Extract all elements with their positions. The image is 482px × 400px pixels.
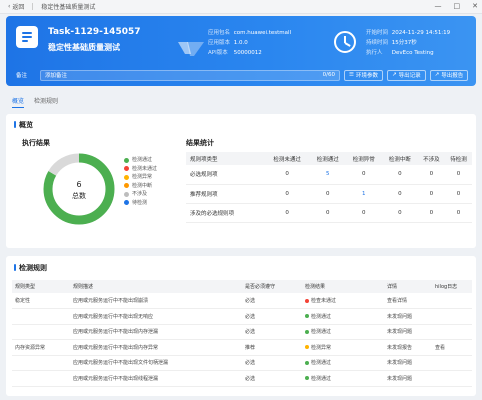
env-params-button[interactable]: ☰ 环境参数 <box>344 69 383 81</box>
status-dot <box>305 376 309 381</box>
title-bar: ‹ 返回 稳定性基础质量测试 — □ ✕ <box>0 0 482 14</box>
result-title: 执行结果 <box>22 139 50 147</box>
stats-header-row: 规则项类型 检测未通过 检测通过 检测异常 检测中断 不涉及 待检测 <box>186 152 472 165</box>
task-header: Task-1129-145057 稳定性基础质量测试 应用包名 com.huaw… <box>6 16 476 86</box>
legend-item: 待检测 <box>124 199 157 208</box>
start-time-row: 开始时间 2024-11-29 14:51:19 <box>366 30 451 36</box>
api-version-row: API版本 50000012 <box>208 50 262 56</box>
table-row: 应用或元服务运行中不能出现线程泄漏 必选 检测通过 未发现问题 <box>12 370 472 387</box>
export-report-button[interactable]: ↗ 导出报告 <box>429 69 469 81</box>
result-donut-chart: 6 总数 <box>43 153 115 225</box>
result-legend: 检测通过 检测未通过 检测异常 检测中断 不涉及 待检测 <box>124 156 157 207</box>
minimize-icon[interactable]: — <box>435 2 442 10</box>
chevron-left-icon: ‹ <box>8 3 11 10</box>
legend-item: 检测未通过 <box>124 165 157 174</box>
legend-item: 检测异常 <box>124 173 157 182</box>
app-version-row: 应用版本 1.0.0 <box>208 40 248 46</box>
close-icon[interactable]: ✕ <box>472 2 478 10</box>
duration-row: 持续时间 15分37秒 <box>366 40 417 46</box>
export-icon: ↗ <box>391 72 397 78</box>
export-record-button[interactable]: ↗ 导出记录 <box>386 69 426 81</box>
stats-table: 规则项类型 检测未通过 检测通过 检测异常 检测中断 不涉及 待检测 必选规则项 0 5 00… <box>186 152 472 223</box>
deveco-logo-icon <box>178 42 204 56</box>
status-dot <box>305 298 309 303</box>
status-dot <box>305 360 309 365</box>
total-label: 总数 <box>72 191 86 200</box>
task-name: 稳定性基础质量测试 <box>48 43 120 52</box>
legend-item: 检测中断 <box>124 182 157 191</box>
remark-row: 备注 添加备注 0/60 ☰ 环境参数 ↗ 导出记录 ↗ 导出报告 <box>16 69 471 81</box>
window-controls: — □ ✕ <box>435 2 479 10</box>
view-log-link[interactable]: 查看 <box>432 339 472 356</box>
rules-header-row: 规则类型 规则描述 是否必须遵守 检测结果 详情 hilog日志 <box>12 280 472 293</box>
list-icon: ☰ <box>349 72 354 78</box>
table-row: 应用或元服务运行中不能出现无响应 必选 检测通过 未发现问题 <box>12 308 472 325</box>
table-row: 稳定性 应用或元服务运行中不能出现崩溃 必选 检查未通过 查看详情 <box>12 293 472 309</box>
window-title: 稳定性基础质量测试 <box>41 4 96 11</box>
clock-icon <box>334 31 356 53</box>
back-button[interactable]: ‹ 返回 <box>8 2 24 11</box>
legend-item: 不涉及 <box>124 190 157 199</box>
table-row: 应用或元服务运行中不能出现内存泄漏 必选 检测通过 未发现问题 <box>12 324 472 340</box>
tab-overview[interactable]: 概览 <box>12 96 25 108</box>
remark-counter: 0/60 <box>322 72 335 78</box>
table-row: 必选规则项 0 5 0000 <box>186 165 472 185</box>
view-detail-link[interactable]: 查看详情 <box>384 293 432 309</box>
remark-input[interactable]: 添加备注 0/60 <box>40 69 340 81</box>
remark-label: 备注 <box>16 73 28 79</box>
stats-title: 结果统计 <box>186 139 214 147</box>
tab-rules[interactable]: 检测规则 <box>34 96 58 108</box>
rules-section-title: 检测规则 <box>14 263 47 273</box>
table-row: 推荐规则项 0 0 1000 <box>186 184 472 204</box>
overview-section-title: 概览 <box>14 120 33 130</box>
back-label: 返回 <box>12 4 25 11</box>
maximize-icon[interactable]: □ <box>454 2 461 10</box>
status-dot <box>305 345 309 350</box>
app-package-row: 应用包名 com.huawei.testmall <box>208 30 292 36</box>
executor-row: 执行人 DevEco Testing <box>366 50 434 56</box>
table-row: 内存资源异常 应用或元服务运行中不能出现内存异常 推荐 检测异常 未发现报告 查看 <box>12 339 472 356</box>
rules-table: 规则类型 规则描述 是否必须遵守 检测结果 详情 hilog日志 稳定性 应用或元服务运行… <box>12 280 472 387</box>
remark-placeholder: 添加备注 <box>45 73 68 79</box>
table-row: 涉及的必选规则项 0 0 0000 <box>186 203 472 223</box>
total-value: 6 <box>76 180 81 189</box>
run-info: 开始时间 2024-11-29 14:51:19 持续时间 15分37秒 执行人… <box>366 28 450 58</box>
legend-item: 检测通过 <box>124 156 157 165</box>
document-icon <box>16 26 38 48</box>
export-icon: ↗ <box>434 72 440 78</box>
status-dot <box>305 329 309 334</box>
task-id: Task-1129-145057 <box>48 27 141 37</box>
app-info: 应用包名 com.huawei.testmall 应用版本 1.0.0 API版… <box>208 28 291 58</box>
divider <box>32 3 34 10</box>
table-row: 应用或元服务运行中不能出现文件句柄泄漏 必选 检测通过 未发现问题 <box>12 355 472 371</box>
tab-bar: 概览 检测规则 <box>12 96 58 108</box>
status-dot <box>305 314 309 319</box>
